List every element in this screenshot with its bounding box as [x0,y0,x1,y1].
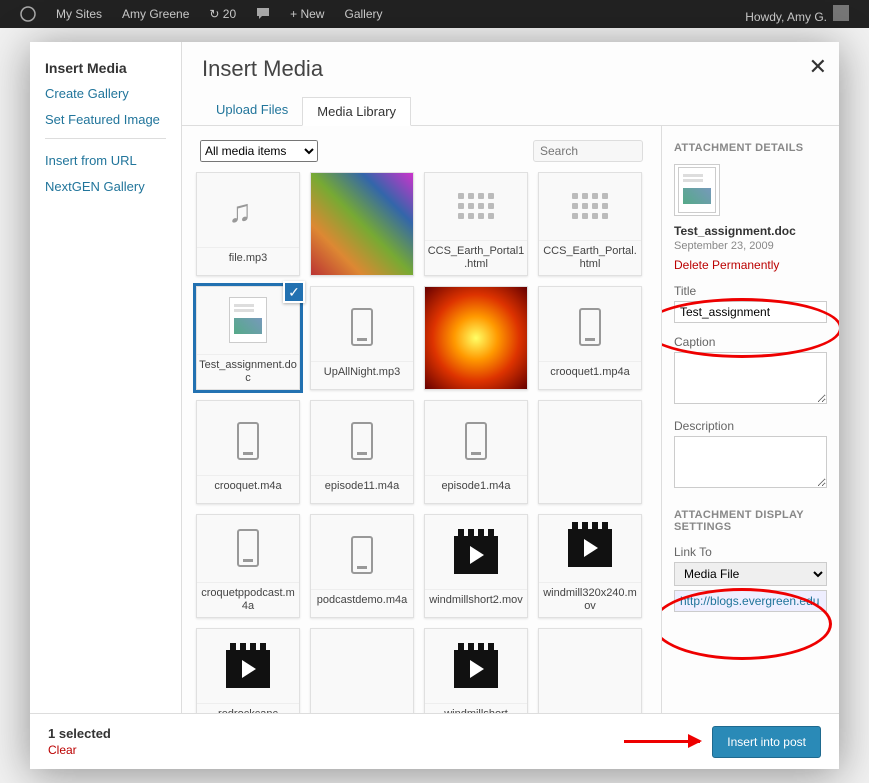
new-link[interactable]: + New [280,7,334,21]
linkto-select[interactable]: Media File [674,562,827,586]
close-icon[interactable]: ✕ [809,54,827,80]
description-label: Description [674,419,827,433]
video-icon [226,650,270,688]
tabs: Upload Files Media Library [202,96,819,125]
tile-caption: UpAllNight.mp3 [311,361,413,383]
updates-count: 20 [223,7,236,21]
caption-input[interactable] [674,352,827,404]
comments-icon[interactable] [246,7,280,22]
howdy-link[interactable]: Howdy, Amy G. [735,5,859,24]
video-icon [454,536,498,574]
media-tile[interactable]: croquetppodcast.m4a [196,514,300,618]
media-tile[interactable]: episode1.m4a [424,400,528,504]
modal-title: Insert Media [202,56,819,82]
media-icon [351,308,373,346]
media-tile[interactable]: windmill320x240.mov [538,514,642,618]
video-icon [454,650,498,688]
details-heading: ATTACHMENT DETAILS [674,142,827,154]
media-tile[interactable]: crooquet1.mp4a [538,286,642,390]
clear-selection-link[interactable]: Clear [48,743,111,757]
linkto-label: Link To [674,545,827,559]
tile-caption: CCS_Earth_Portal1.html [425,240,527,275]
description-input[interactable] [674,436,827,488]
title-label: Title [674,284,827,298]
sidebar-link-nextgen-gallery[interactable]: NextGEN Gallery [45,179,166,196]
caption-label: Caption [674,335,827,349]
modal-sidebar: Insert Media Create Gallery Set Featured… [30,42,182,769]
media-icon [465,422,487,460]
tile-caption: windmillshort2.mov [425,589,527,611]
tile-caption: croquetppodcast.m4a [197,582,299,617]
tile-caption: crooquet1.mp4a [539,361,641,383]
attachment-details: ATTACHMENT DETAILS Test_assignment.doc S… [661,126,839,769]
attachment-date: September 23, 2009 [674,240,827,252]
wp-logo-icon[interactable] [10,6,46,22]
delete-permanently-link[interactable]: Delete Permanently [674,258,827,272]
attachment-thumb [674,164,720,216]
media-browser: All media items file.mp3 CCS_Earth_Portal… [182,126,661,769]
media-modal: Insert Media Create Gallery Set Featured… [30,42,839,769]
admin-toolbar: My Sites Amy Greene ↻ 20 + New Gallery H… [0,0,869,28]
gallery-link[interactable]: Gallery [334,7,392,21]
my-sites-link[interactable]: My Sites [46,7,112,21]
image-thumbnail [425,287,527,389]
media-tile[interactable]: CCS_Earth_Portal.html [538,172,642,276]
media-tile[interactable]: windmillshort2.mov [424,514,528,618]
tab-upload-files[interactable]: Upload Files [202,96,302,125]
sidebar-link-create-gallery[interactable]: Create Gallery [45,86,166,103]
grid-icon [572,193,608,219]
attachment-filename: Test_assignment.doc [674,224,827,238]
audio-icon [228,193,268,233]
media-tile[interactable] [424,286,528,390]
grid-icon [458,193,494,219]
avatar [833,5,849,21]
media-icon [237,422,259,460]
media-tile[interactable] [538,400,642,504]
media-grid: file.mp3 CCS_Earth_Portal1.html CCS_Earth_… [196,172,647,732]
tile-caption: file.mp3 [197,247,299,269]
modal-main: ✕ Insert Media Upload Files Media Librar… [182,42,839,769]
media-tile[interactable]: UpAllNight.mp3 [310,286,414,390]
sidebar-link-set-featured-image[interactable]: Set Featured Image [45,112,166,129]
selected-count: 1 selected [48,726,111,741]
sidebar-link-insert-from-url[interactable]: Insert from URL [45,153,166,170]
site-name-link[interactable]: Amy Greene [112,7,199,21]
annotation-arrow [624,740,700,743]
media-filter-select[interactable]: All media items [200,140,318,162]
video-icon [568,529,612,567]
display-heading: ATTACHMENT DISPLAY SETTINGS [674,509,827,533]
doc-icon [678,167,716,213]
media-tile[interactable]: crooquet.m4a [196,400,300,504]
tile-caption: CCS_Earth_Portal.html [539,240,641,275]
tile-caption: podcastdemo.m4a [311,589,413,611]
media-tile[interactable]: episode11.m4a [310,400,414,504]
media-tile[interactable]: CCS_Earth_Portal1.html [424,172,528,276]
media-icon [579,308,601,346]
media-tile[interactable] [310,172,414,276]
tab-media-library[interactable]: Media Library [302,97,411,126]
media-tile[interactable]: file.mp3 [196,172,300,276]
tile-caption: episode1.m4a [425,475,527,497]
title-input[interactable] [674,301,827,323]
updates-link[interactable]: ↻ 20 [199,7,246,21]
search-input[interactable] [533,140,643,162]
media-tile[interactable]: Test_assignment.doc✓ [196,286,300,390]
media-icon [351,536,373,574]
tile-caption: windmill320x240.mov [539,582,641,617]
modal-footer: 1 selected Clear Insert into post [30,713,839,769]
check-icon[interactable]: ✓ [283,281,305,303]
url-display[interactable] [674,590,827,612]
media-tile[interactable]: podcastdemo.m4a [310,514,414,618]
doc-icon [229,297,267,343]
media-icon [351,422,373,460]
tile-caption: episode11.m4a [311,475,413,497]
sidebar-title: Insert Media [45,60,166,76]
insert-into-post-button[interactable]: Insert into post [712,726,821,758]
image-thumbnail [311,173,413,275]
media-icon [237,529,259,567]
tile-caption: Test_assignment.doc [197,354,299,389]
tile-caption: crooquet.m4a [197,475,299,497]
